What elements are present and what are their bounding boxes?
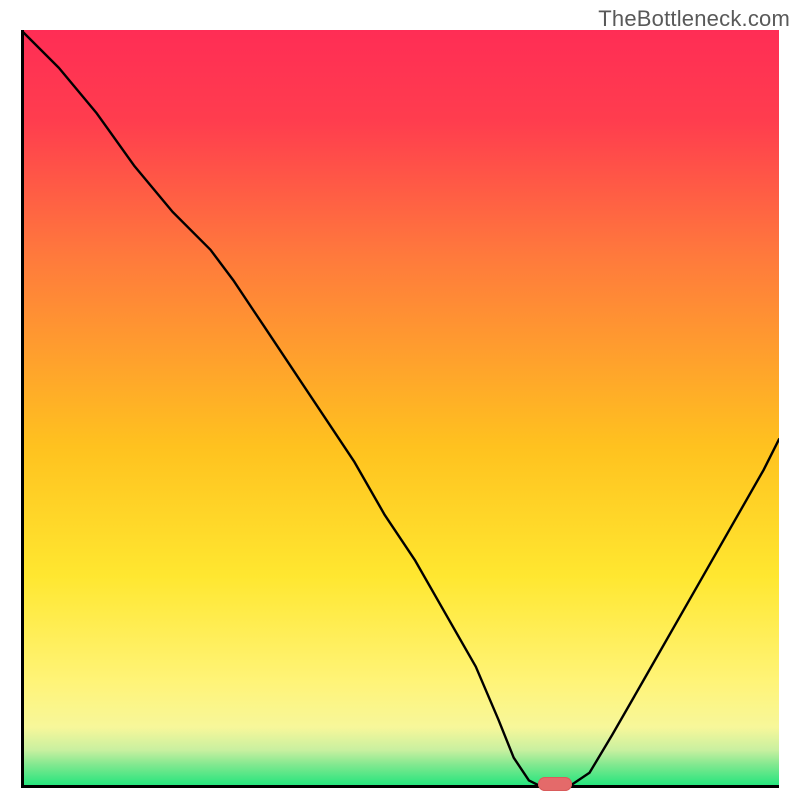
bottleneck-chart: TheBottleneck.com [0, 0, 800, 800]
y-axis [21, 30, 24, 788]
x-axis [21, 785, 779, 788]
gradient-background [21, 30, 779, 788]
plot-area [21, 30, 779, 788]
plot-svg [21, 30, 779, 788]
attribution-label: TheBottleneck.com [598, 6, 790, 32]
optimal-marker [538, 777, 572, 791]
